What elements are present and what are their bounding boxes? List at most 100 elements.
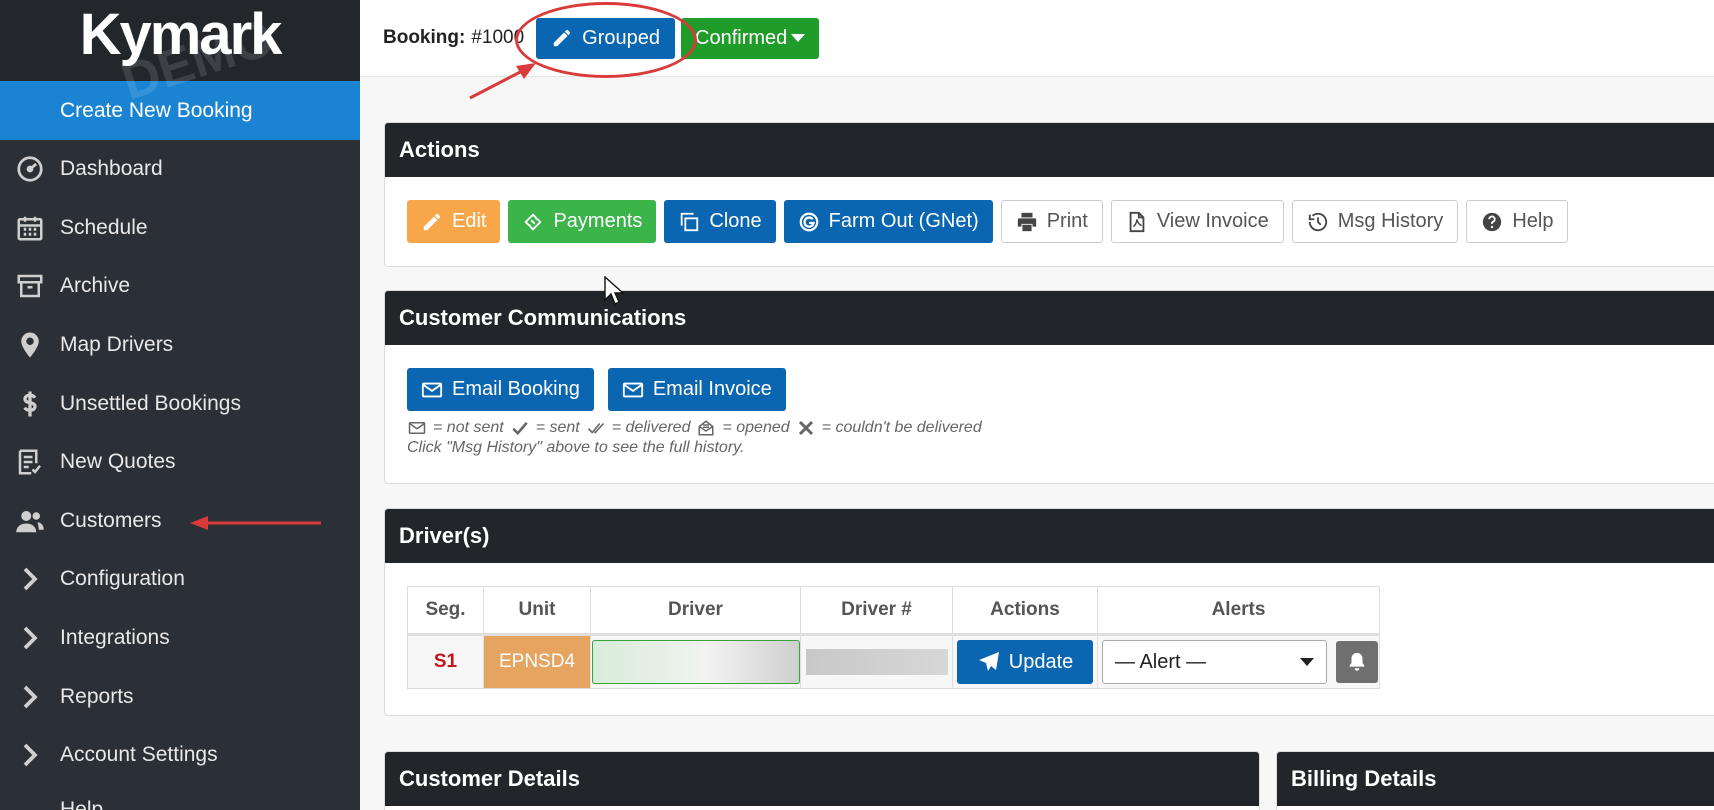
double-check-icon [587, 422, 604, 434]
sidebar: DEMO Kymark Create New Booking Dashboard… [0, 0, 360, 810]
speedometer-icon [0, 154, 60, 184]
alerts-cell: — Alert — [1097, 634, 1380, 689]
sidebar-item-label: Dashboard [60, 157, 163, 181]
chevron-right-icon [0, 682, 60, 712]
status-dropdown[interactable]: Confirmed [681, 17, 820, 59]
clone-button[interactable]: Clone [664, 200, 776, 243]
update-label: Update [1008, 650, 1074, 673]
sidebar-item-account-settings[interactable]: Account Settings [0, 726, 360, 785]
history-icon [1308, 212, 1327, 231]
payments-label: Payments [553, 210, 643, 232]
actions-panel: Actions Edit Payments Clone Farm Out (GN… [384, 122, 1714, 267]
column-header-driver-number: Driver # [800, 586, 953, 636]
billing-details-title: Billing Details [1277, 752, 1714, 806]
sidebar-item-map-drivers[interactable]: Map Drivers [0, 316, 360, 375]
quote-list-icon [0, 447, 60, 477]
print-button[interactable]: Print [1000, 200, 1103, 243]
copy-icon [681, 212, 699, 231]
question-circle-icon [1483, 212, 1502, 231]
driver-number-value [805, 649, 948, 675]
column-header-alerts: Alerts [1097, 586, 1380, 636]
column-header-driver: Driver [590, 586, 801, 636]
help-label: Help [1512, 210, 1554, 232]
drivers-panel: Driver(s) Seg. Unit Driver Driver # Acti… [384, 508, 1714, 716]
sidebar-item-label: Map Drivers [60, 333, 174, 357]
status-label: Confirmed [695, 26, 788, 49]
printer-icon [1017, 212, 1036, 231]
msg-history-note: Click "Msg History" above to see the ful… [407, 439, 745, 456]
legend-opened: = opened [722, 419, 790, 436]
sidebar-item-label: Schedule [60, 215, 148, 239]
column-header-actions: Actions [952, 586, 1098, 636]
map-pin-icon [0, 330, 60, 360]
legend-sent: = sent [535, 419, 580, 436]
gnet-logo-icon [799, 212, 819, 231]
driver-number-cell [800, 634, 953, 689]
email-booking-button[interactable]: Email Booking [407, 368, 594, 411]
segment-cell: S1 [407, 634, 484, 689]
chevron-right-icon [0, 740, 60, 770]
archive-icon [0, 271, 60, 301]
sidebar-item-dashboard[interactable]: Dashboard [0, 140, 360, 199]
drivers-table: Seg. Unit Driver Driver # Actions Alerts… [407, 586, 1380, 689]
column-header-unit: Unit [483, 586, 591, 636]
logo-area: DEMO Kymark [0, 0, 360, 112]
edit-button[interactable]: Edit [407, 200, 501, 243]
legend-failed: = couldn't be delivered [821, 419, 982, 436]
sidebar-item-schedule[interactable]: Schedule [0, 199, 360, 258]
sidebar-item-reports[interactable]: Reports [0, 667, 360, 726]
x-mark-icon [798, 420, 813, 436]
driver-field[interactable] [591, 640, 800, 684]
email-invoice-label: Email Invoice [652, 378, 772, 400]
payments-button[interactable]: Payments [508, 200, 657, 243]
legend-delivered: = delivered [611, 419, 691, 436]
actions-panel-title: Actions [385, 123, 1714, 177]
sidebar-item-label: Account Settings [60, 743, 218, 767]
envelope-icon [421, 382, 443, 397]
sidebar-item-new-quotes[interactable]: New Quotes [0, 433, 360, 492]
sidebar-item-archive[interactable]: Archive [0, 257, 360, 316]
table-row: S1 EPNSD4 Update — Alert — [407, 634, 1380, 689]
sidebar-item-unsettled-bookings[interactable]: Unsettled Bookings [0, 374, 360, 433]
sidebar-item-label: Unsettled Bookings [60, 391, 241, 415]
drivers-panel-title: Driver(s) [385, 509, 1714, 563]
unit-cell[interactable]: EPNSD4 [483, 634, 591, 689]
chevron-right-icon [0, 623, 60, 653]
communications-panel-title: Customer Communications [385, 291, 1714, 345]
envelope-icon [408, 422, 426, 434]
update-button[interactable]: Update [956, 640, 1094, 684]
alert-select[interactable]: — Alert — [1102, 640, 1327, 684]
logo[interactable]: Kymark [80, 1, 283, 68]
farm-out-button[interactable]: Farm Out (GNet) [783, 200, 993, 243]
email-booking-label: Email Booking [452, 378, 580, 400]
users-icon [0, 506, 60, 536]
check-icon [512, 421, 528, 436]
annotation-circle-grouped [515, 2, 697, 78]
view-invoice-label: View Invoice [1156, 210, 1269, 232]
driver-cell [590, 634, 801, 689]
msg-history-button[interactable]: Msg History [1291, 200, 1459, 243]
view-invoice-button[interactable]: View Invoice [1110, 200, 1284, 243]
sidebar-item-help[interactable]: Help [60, 798, 103, 810]
print-label: Print [1046, 210, 1088, 232]
billing-details-panel: Billing Details [1276, 751, 1714, 810]
farm-out-label: Farm Out (GNet) [828, 210, 979, 232]
envelope-icon [622, 382, 643, 397]
sidebar-item-integrations[interactable]: Integrations [0, 609, 360, 668]
customer-details-title: Customer Details [385, 752, 1259, 806]
help-button[interactable]: Help [1466, 200, 1569, 243]
envelope-open-icon [698, 420, 714, 436]
actions-cell: Update [952, 634, 1098, 689]
caret-down-icon [1300, 658, 1314, 666]
alert-select-value: — Alert — [1115, 650, 1207, 673]
communications-panel: Customer Communications Email Booking Em… [384, 290, 1714, 484]
annotation-arrow-grouped [469, 63, 536, 100]
bell-button[interactable] [1336, 641, 1379, 684]
legend-not-sent: = not sent [433, 419, 504, 436]
dollar-icon [0, 389, 60, 419]
calendar-icon [0, 213, 60, 243]
email-invoice-button[interactable]: Email Invoice [607, 368, 786, 411]
sidebar-item-configuration[interactable]: Configuration [0, 550, 360, 609]
sidebar-item-label: Customers [60, 508, 162, 532]
column-header-seg: Seg. [407, 586, 484, 636]
